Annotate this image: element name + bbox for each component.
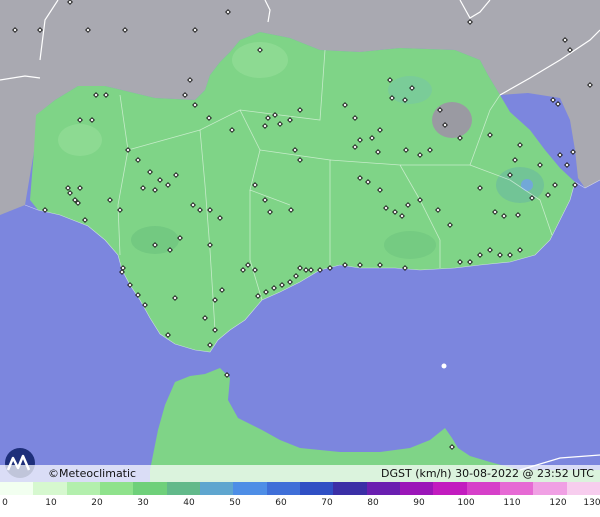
color-scale-segment [533, 482, 567, 495]
map-title: DGST (km/h) 30-08-2022 @ 23:52 UTC [381, 467, 594, 480]
color-scale-segment [466, 482, 500, 495]
color-scale-segment [0, 482, 34, 495]
color-scale-tick-label: 130 [583, 498, 600, 508]
color-scale-tick-label: 120 [549, 498, 567, 508]
sea-station-marker[interactable] [441, 363, 447, 369]
color-scale-segment [499, 482, 534, 495]
tone-patch [58, 124, 102, 156]
color-scale-tick-label: 0 [2, 498, 8, 508]
tone-patch [384, 231, 436, 259]
mountain-patch [432, 102, 472, 138]
color-scale-segment [399, 482, 434, 495]
color-scale-strip [0, 482, 600, 495]
credit-label: ©Meteoclimatic [48, 467, 137, 480]
color-scale-segment [366, 482, 400, 495]
color-scale-tick-label: 110 [503, 498, 521, 508]
tone-patch [521, 179, 533, 191]
color-scale-segment [166, 482, 200, 495]
color-scale-tick-label: 30 [137, 498, 149, 508]
color-scale-labels: 0 10 20 30 40 50 60 70 80 90 100 110 120 130 [0, 498, 600, 512]
color-scale-segment [99, 482, 134, 495]
tone-patch [388, 76, 432, 104]
credit-bar: ©Meteoclimatic DGST (km/h) 30-08-2022 @ … [0, 465, 600, 482]
color-scale-tick-label: 50 [229, 498, 241, 508]
color-scale-tick-label: 10 [45, 498, 57, 508]
color-scale-segment [33, 482, 67, 495]
color-scale-tick-label: 40 [183, 498, 195, 508]
color-scale-tick-label: 60 [275, 498, 287, 508]
color-scale-segment [233, 482, 267, 495]
color-scale-segment [266, 482, 300, 495]
map-canvas[interactable] [0, 0, 600, 517]
color-scale: 0 10 20 30 40 50 60 70 80 90 100 110 120 130 [0, 482, 600, 517]
color-scale-tick-label: 20 [91, 498, 103, 508]
color-scale-segment [66, 482, 100, 495]
color-scale-segment [299, 482, 334, 495]
color-scale-tick-label: 70 [321, 498, 333, 508]
color-scale-segment [433, 482, 467, 495]
color-scale-tick-label: 80 [367, 498, 379, 508]
color-scale-tick-label: 100 [457, 498, 475, 508]
map-root: ©Meteoclimatic DGST (km/h) 30-08-2022 @ … [0, 0, 600, 517]
color-scale-segment [199, 482, 234, 495]
color-scale-tick-label: 90 [413, 498, 425, 508]
color-scale-segment [133, 482, 167, 495]
color-scale-segment [566, 482, 600, 495]
color-scale-segment [333, 482, 367, 495]
